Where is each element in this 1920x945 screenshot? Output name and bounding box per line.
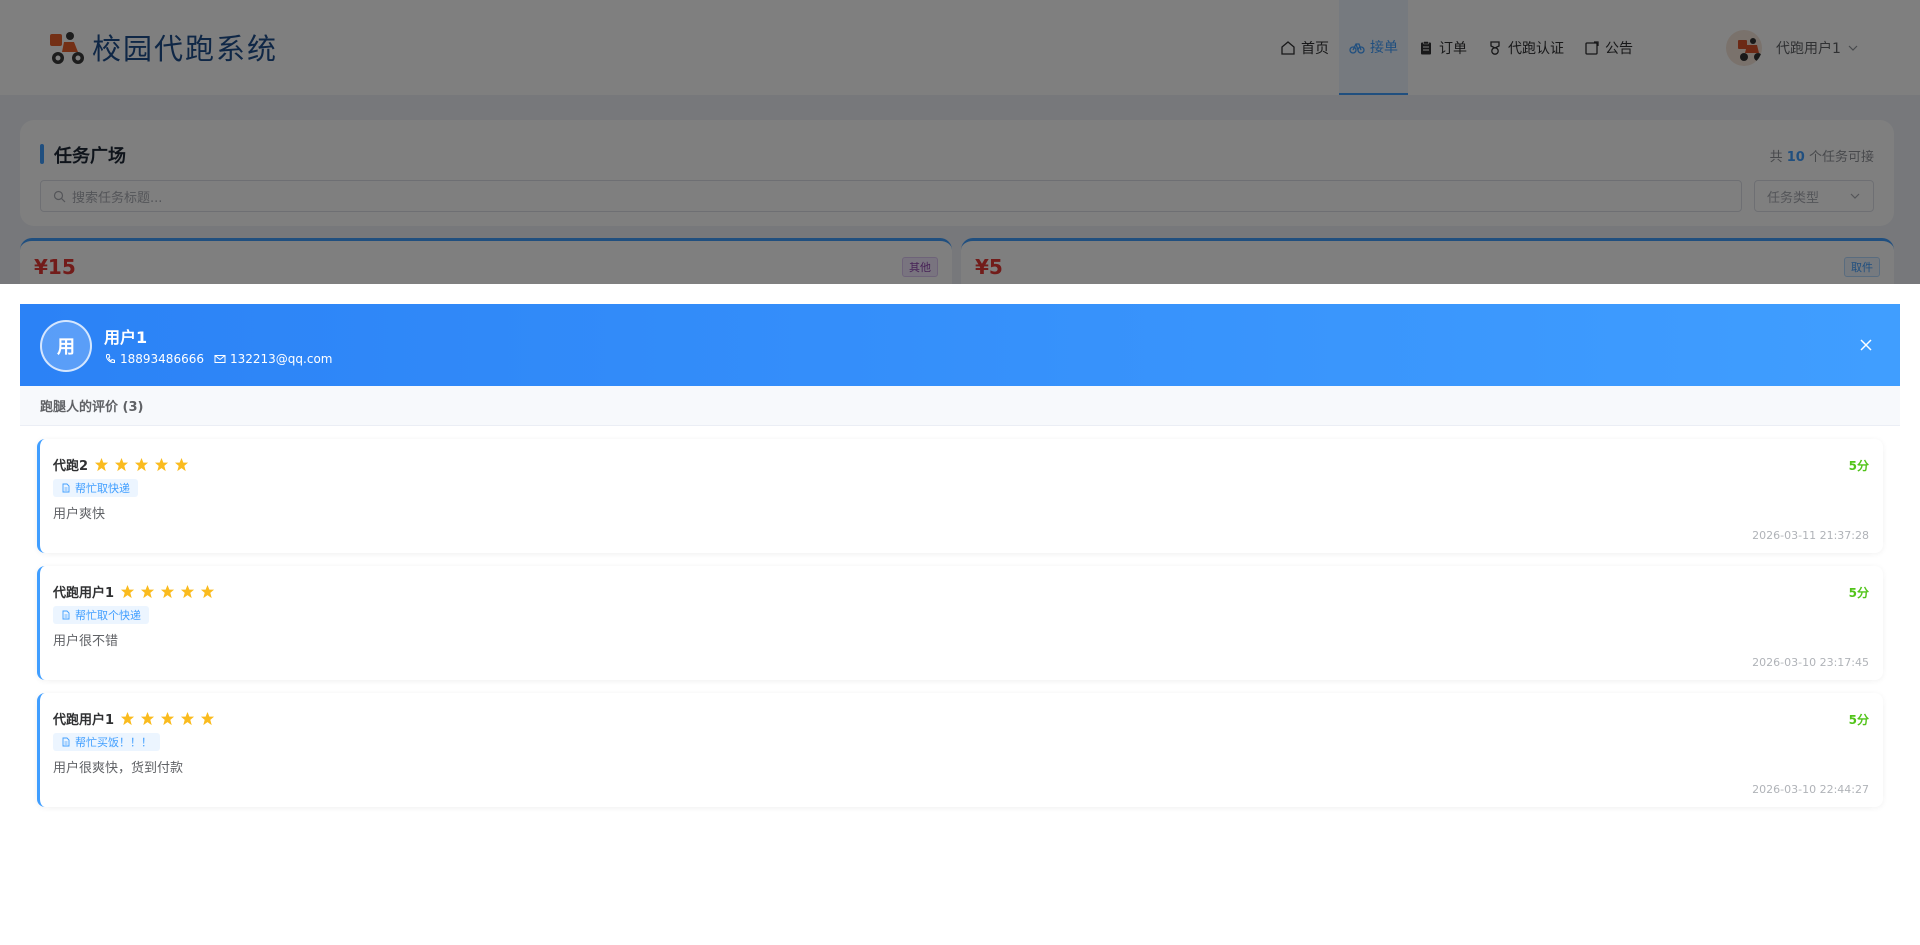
review-card: 代跑2 5分 帮忙取快递 用户爽快 2026-03-11 21:37:28	[37, 439, 1883, 553]
star-icon	[180, 711, 195, 726]
task-tag[interactable]: 帮忙取个快递	[53, 606, 149, 624]
document-icon	[62, 737, 70, 747]
reviewer-name: 代跑用户1	[53, 713, 115, 728]
phone-info: 18893486666	[104, 352, 204, 366]
review-text: 用户爽快	[53, 507, 106, 522]
dialog-header: 用 用户1 18893486666 132213@qq.com	[20, 304, 1900, 386]
star-icon	[114, 457, 129, 472]
user-profile-dialog: 用 用户1 18893486666 132213@qq.com 跑腿人的评价 (…	[0, 284, 1920, 945]
review-score: 5分	[1848, 586, 1869, 600]
task-tag-label: 帮忙取快递	[75, 482, 130, 495]
review-time: 2026-03-10 23:17:45	[1752, 656, 1869, 669]
star-icon	[134, 457, 149, 472]
reviewer-name: 代跑用户1	[53, 586, 115, 601]
review-text: 用户很爽快，货到付款	[53, 761, 184, 776]
document-icon	[62, 610, 70, 620]
modal-overlay[interactable]	[0, 0, 1920, 284]
review-card: 代跑用户1 5分 帮忙买饭！！！ 用户很爽快，货到付款 2026-03-10 2…	[37, 693, 1883, 807]
star-icon	[120, 584, 135, 599]
star-icon	[154, 457, 169, 472]
star-icon	[120, 711, 135, 726]
reviews-section-title: 跑腿人的评价 (3)	[20, 386, 1900, 426]
review-time: 2026-03-11 21:37:28	[1752, 529, 1869, 542]
star-icon	[140, 711, 155, 726]
review-score: 5分	[1848, 713, 1869, 727]
star-icon	[174, 457, 189, 472]
phone-icon	[105, 354, 115, 364]
document-icon	[62, 483, 70, 493]
star-icon	[200, 711, 215, 726]
reviewer: 代跑用户1	[53, 582, 220, 601]
email-address: 132213@qq.com	[229, 352, 333, 366]
star-icon	[200, 584, 215, 599]
reviewer: 代跑2	[53, 455, 194, 474]
star-icon	[140, 584, 155, 599]
mail-icon	[214, 355, 226, 363]
rating-stars	[94, 457, 194, 472]
review-score: 5分	[1848, 459, 1869, 473]
task-tag[interactable]: 帮忙取快递	[53, 479, 138, 497]
review-time: 2026-03-10 22:44:27	[1752, 783, 1869, 796]
star-icon	[94, 457, 109, 472]
rating-stars	[120, 711, 220, 726]
reviewer-name: 代跑2	[53, 459, 89, 474]
review-text: 用户很不错	[53, 634, 119, 649]
avatar: 用	[40, 320, 92, 372]
reviewer: 代跑用户1	[53, 709, 220, 728]
star-icon	[160, 711, 175, 726]
star-icon	[180, 584, 195, 599]
star-icon	[160, 584, 175, 599]
review-card: 代跑用户1 5分 帮忙取个快递 用户很不错 2026-03-10 23:17:4…	[37, 566, 1883, 680]
task-tag-label: 帮忙取个快递	[75, 609, 141, 622]
phone-number: 18893486666	[120, 352, 204, 366]
task-tag[interactable]: 帮忙买饭！！！	[53, 733, 160, 751]
rating-stars	[120, 584, 220, 599]
task-tag-label: 帮忙买饭！！！	[75, 736, 152, 749]
email-info: 132213@qq.com	[214, 352, 333, 366]
contact-info: 18893486666 132213@qq.com	[104, 352, 342, 366]
close-icon[interactable]	[1856, 335, 1876, 355]
profile-name: 用户1	[104, 328, 148, 347]
